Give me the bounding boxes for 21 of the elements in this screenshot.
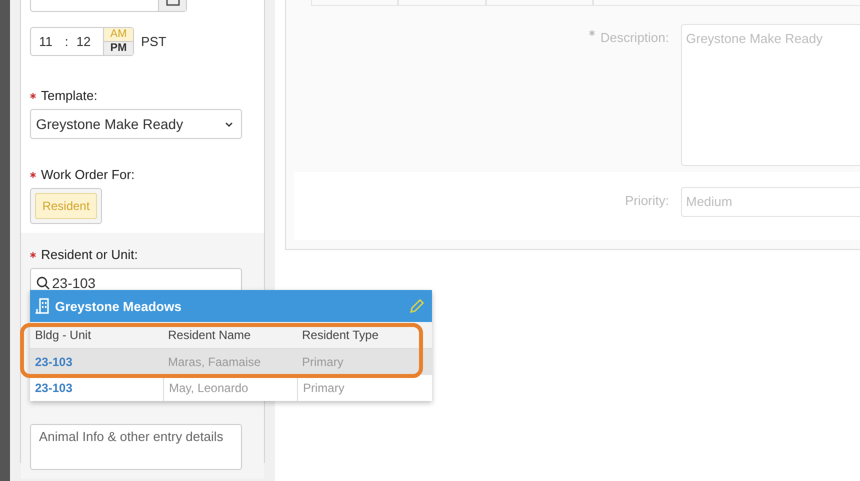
template-select[interactable]: Greystone Make Ready	[30, 109, 242, 139]
meridiem-toggle[interactable]: PM	[104, 41, 133, 55]
field-label: Work Order For:	[41, 167, 135, 182]
time-separator: :	[64, 34, 68, 49]
minute-value: 12	[75, 34, 92, 49]
table-cell: Maras, Faamaise	[163, 349, 297, 375]
entry-details-field[interactable]: Animal Info & other entry details	[30, 424, 242, 470]
property-header: Greystone Meadows	[30, 290, 432, 322]
unit-link[interactable]: 23-103	[30, 349, 163, 375]
field-label: Template:	[41, 88, 98, 103]
hour-value: 11	[38, 34, 54, 49]
table-cell: Primary	[297, 349, 432, 375]
pencil-icon[interactable]	[409, 298, 424, 314]
field-label: Priority:	[624, 193, 669, 208]
building-icon	[35, 298, 51, 314]
chevron-down-icon	[225, 122, 233, 126]
field-label: Description:	[600, 30, 669, 45]
table-cell: Primary	[297, 375, 432, 401]
field-label: Resident or Unit:	[41, 247, 138, 262]
search-icon	[36, 276, 50, 290]
timezone-label: PST	[141, 34, 166, 49]
